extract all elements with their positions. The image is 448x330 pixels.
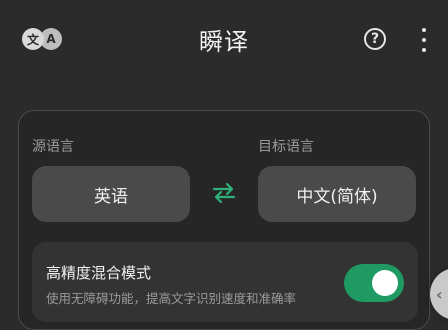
mode-toggle-switch[interactable] xyxy=(344,264,404,302)
mode-description: 使用无障碍功能，提高文字识别速度和准确率 xyxy=(46,291,297,306)
help-icon[interactable]: ? xyxy=(364,28,386,50)
menu-dot xyxy=(422,28,426,32)
mode-title: 高精度混合模式 xyxy=(46,264,152,282)
floating-side-handle[interactable]: ‹ xyxy=(430,268,448,320)
more-menu-icon[interactable] xyxy=(418,28,430,52)
chevron-left-icon: ‹ xyxy=(436,284,443,304)
menu-dot xyxy=(422,48,426,52)
top-app-bar: 文 A 瞬译 ? xyxy=(0,0,448,80)
swap-languages-icon[interactable] xyxy=(210,182,238,204)
source-language-label: 源语言 xyxy=(32,139,74,155)
target-language-button[interactable]: 中文(简体) xyxy=(258,166,416,222)
toggle-knob xyxy=(372,270,398,296)
target-language-label: 目标语言 xyxy=(258,139,314,155)
source-language-button[interactable]: 英语 xyxy=(32,166,190,222)
menu-dot xyxy=(422,38,426,42)
logo-chinese-glyph: 文 xyxy=(22,28,44,50)
